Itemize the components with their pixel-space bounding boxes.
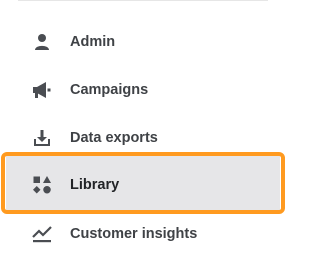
- sidebar-item-label: Admin: [70, 34, 116, 50]
- sidebar-nav: Admin Campaigns Data exports Library Cus…: [0, 0, 286, 275]
- sidebar-item-admin[interactable]: Admin: [18, 18, 268, 66]
- user-icon: [32, 32, 52, 52]
- sidebar-item-label: Data exports: [70, 130, 158, 146]
- divider: [18, 0, 268, 1]
- sidebar-item-label: Library: [70, 177, 120, 193]
- sidebar-item-data-exports[interactable]: Data exports: [18, 114, 268, 162]
- download-tray-icon: [32, 128, 52, 148]
- sidebar-item-customer-insights[interactable]: Customer insights: [18, 210, 268, 258]
- megaphone-icon: [32, 80, 52, 100]
- sidebar-item-label: Customer insights: [70, 226, 198, 242]
- shapes-icon: [32, 175, 52, 195]
- sidebar-item-campaigns[interactable]: Campaigns: [18, 66, 268, 114]
- sidebar-item-label: Campaigns: [70, 82, 149, 98]
- trend-line-icon: [32, 224, 52, 244]
- sidebar-item-library[interactable]: Library: [6, 156, 280, 214]
